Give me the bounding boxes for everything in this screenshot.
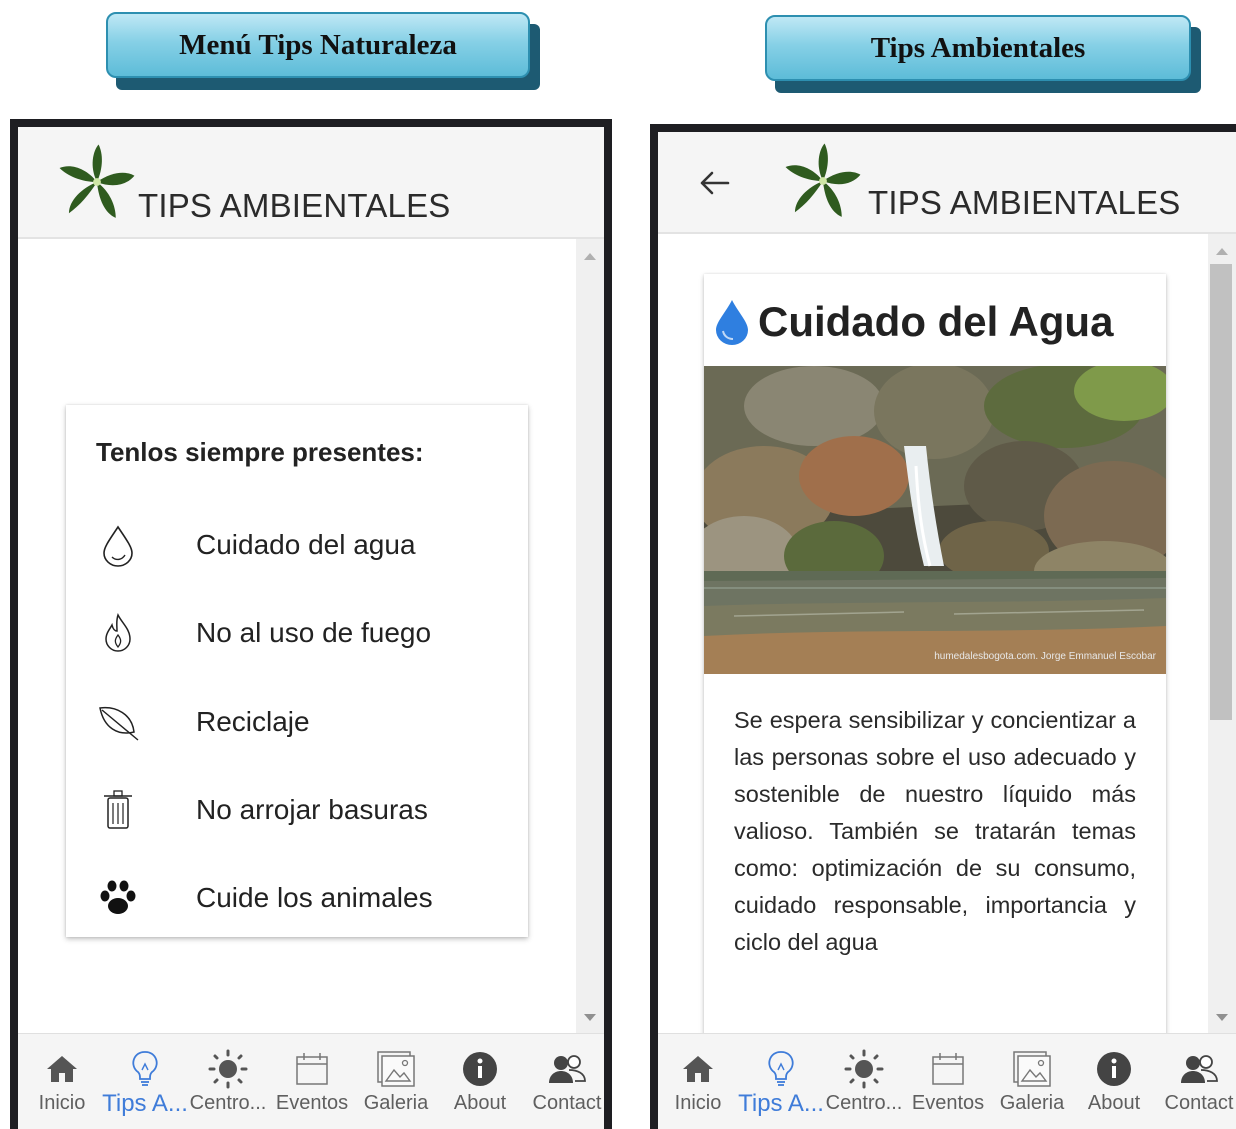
tips-ambientales-label: Tips Ambientales	[765, 15, 1203, 95]
detail-body: Se espera sensibilizar y concientizar a …	[734, 707, 1136, 955]
nav-label: Inicio	[38, 1092, 86, 1114]
scroll-down-arrow[interactable]	[584, 1014, 596, 1021]
calendar-icon	[932, 1053, 964, 1085]
tip-label: Cuidado del agua	[196, 529, 416, 560]
app-bar: TIPS AMBIENTALES	[658, 132, 1236, 234]
nav-label: Tips A...	[738, 1090, 824, 1117]
leaf-star-logo	[785, 143, 861, 217]
tips-card: Tenlos siempre presentes: Cuidado del ag…	[66, 405, 528, 937]
app-bar: TIPS AMBIENTALES	[18, 127, 604, 239]
nav-inicio[interactable]: Inicio	[668, 1034, 728, 1129]
nav-about[interactable]: About	[448, 1034, 512, 1129]
tips-card-title: Tenlos siempre presentes:	[96, 437, 424, 467]
nav-eventos[interactable]: Eventos	[272, 1034, 352, 1129]
nav-label: Centro...	[189, 1092, 267, 1114]
tip-item-fire[interactable]: No al uso de fuego	[66, 603, 528, 663]
app-title: TIPS AMBIENTALES	[868, 184, 1181, 221]
home-icon	[683, 1056, 713, 1082]
nav-label: Centro...	[825, 1092, 903, 1114]
scrollbar[interactable]	[1208, 234, 1236, 1033]
lightbulb-icon	[768, 1051, 794, 1086]
nav-eventos[interactable]: Eventos	[908, 1034, 988, 1129]
flame-icon	[105, 613, 131, 652]
tip-label: Cuide los animales	[196, 882, 433, 913]
content-area: Tenlos siempre presentes: Cuidado del ag…	[18, 239, 604, 1033]
detail-title: Cuidado del Agua	[758, 298, 1114, 345]
waterfall-photo: humedalesbogota.com. Jorge Emmanuel Esco…	[704, 366, 1166, 674]
tip-item-trash[interactable]: No arrojar basuras	[66, 780, 528, 840]
phone-detail-screen: TIPS AMBIENTALES Cuidado del Agua humeda…	[650, 124, 1236, 1129]
calendar-icon	[296, 1053, 328, 1085]
sun-icon	[844, 1049, 884, 1089]
scroll-up-arrow[interactable]	[1216, 248, 1228, 255]
tip-label: No al uso de fuego	[196, 617, 432, 648]
sun-icon	[208, 1049, 248, 1089]
trash-icon	[104, 790, 132, 829]
tips-ambientales-label-text: Tips Ambientales	[765, 15, 1191, 81]
tip-item-water[interactable]: Cuidado del agua	[66, 515, 528, 575]
detail-card: Cuidado del Agua humedalesbogota.com. Jo…	[704, 274, 1166, 1129]
leaf-star-logo	[59, 144, 135, 218]
nav-label: Inicio	[674, 1092, 722, 1114]
bottom-navigation: Inicio Tips A... Centro... Eventos Galer…	[18, 1033, 604, 1129]
photo-credit: humedalesbogota.com. Jorge Emmanuel Esco…	[934, 651, 1156, 662]
nav-label: Galeria	[363, 1092, 429, 1114]
lightbulb-icon	[132, 1051, 158, 1086]
tip-item-animals[interactable]: Cuide los animales	[66, 868, 528, 928]
tip-label: No arrojar basuras	[196, 794, 428, 825]
tip-label: Reciclaje	[196, 706, 310, 737]
leaf-icon	[99, 706, 139, 741]
tip-item-recycle[interactable]: Reciclaje	[66, 692, 528, 752]
info-icon	[463, 1052, 497, 1086]
nav-galeria[interactable]: Galeria	[358, 1034, 434, 1129]
home-icon	[47, 1056, 77, 1082]
nav-inicio[interactable]: Inicio	[32, 1034, 92, 1129]
nav-label: Contact	[532, 1092, 602, 1114]
bottom-navigation: Inicio Tips A... Centro... Eventos Galer…	[658, 1033, 1236, 1129]
contacts-icon	[549, 1055, 586, 1083]
info-icon	[1097, 1052, 1131, 1086]
waterfall-image	[704, 366, 1166, 674]
phone-menu-screen: TIPS AMBIENTALES Tenlos siempre presente…	[10, 119, 612, 1129]
menu-tips-label: Menú Tips Naturaleza	[106, 12, 542, 92]
contacts-icon	[1181, 1055, 1218, 1083]
nav-label: About	[1087, 1092, 1141, 1114]
nav-centro[interactable]: Centro...	[824, 1034, 904, 1129]
nav-about[interactable]: About	[1082, 1034, 1146, 1129]
nav-centro[interactable]: Centro...	[188, 1034, 268, 1129]
nav-label: Eventos	[275, 1092, 349, 1114]
arrow-left-icon[interactable]	[698, 168, 732, 198]
app-title: TIPS AMBIENTALES	[138, 187, 451, 224]
nav-contact[interactable]: Contact	[1158, 1034, 1236, 1129]
water-drop-filled-icon	[716, 300, 748, 345]
nav-tips[interactable]: Tips A...	[100, 1034, 190, 1129]
nav-galeria[interactable]: Galeria	[994, 1034, 1070, 1129]
content-area: Cuidado del Agua humedalesbogota.com. Jo…	[658, 234, 1236, 1129]
nav-contact[interactable]: Contact	[526, 1034, 604, 1129]
scroll-thumb[interactable]	[1210, 264, 1232, 720]
scroll-down-arrow[interactable]	[1216, 1014, 1228, 1021]
image-icon	[1013, 1051, 1051, 1087]
nav-label: Eventos	[911, 1092, 985, 1114]
nav-label: Tips A...	[102, 1090, 188, 1117]
scrollbar[interactable]	[576, 239, 604, 1033]
menu-tips-label-text: Menú Tips Naturaleza	[106, 12, 530, 78]
nav-label: About	[453, 1092, 507, 1114]
scroll-up-arrow[interactable]	[584, 253, 596, 260]
paw-icon	[100, 880, 136, 914]
nav-tips[interactable]: Tips A...	[736, 1034, 826, 1129]
water-drop-icon	[103, 525, 133, 567]
nav-label: Contact	[1164, 1092, 1234, 1114]
image-icon	[377, 1051, 415, 1087]
nav-label: Galeria	[999, 1092, 1065, 1114]
